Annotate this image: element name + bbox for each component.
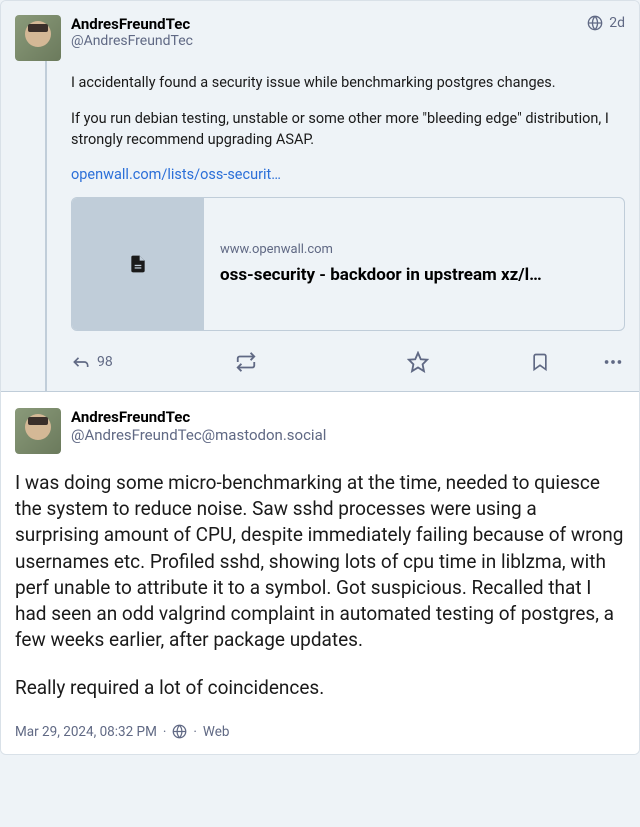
- main-post: AndresFreundTec @AndresFreundTec@mastodo…: [1, 392, 639, 754]
- author-block[interactable]: AndresFreundTec @AndresFreundTec: [71, 15, 587, 49]
- boost-icon: [235, 351, 257, 373]
- post-header: AndresFreundTec @AndresFreundTec@mastodo…: [15, 408, 625, 454]
- display-name: AndresFreundTec: [71, 408, 625, 426]
- bookmark-icon: [530, 352, 550, 372]
- post-header: AndresFreundTec @AndresFreundTec 2d: [15, 15, 625, 61]
- star-icon: [407, 351, 429, 373]
- boost-button[interactable]: [235, 351, 357, 373]
- more-button[interactable]: [601, 351, 625, 373]
- link-card-body: www.openwall.com oss-security - backdoor…: [204, 198, 624, 330]
- paragraph: Really required a lot of coincidences.: [15, 675, 625, 701]
- posts-container: AndresFreundTec @AndresFreundTec 2d I ac…: [0, 0, 640, 755]
- favorite-button[interactable]: [357, 351, 479, 373]
- avatar[interactable]: [15, 408, 61, 454]
- quoted-post: AndresFreundTec @AndresFreundTec 2d I ac…: [1, 1, 639, 392]
- post-footer: Mar 29, 2024, 08:32 PM · · Web: [15, 724, 625, 740]
- handle: @AndresFreundTec: [71, 33, 587, 49]
- reply-icon: [71, 352, 91, 372]
- avatar[interactable]: [15, 15, 61, 61]
- author-block[interactable]: AndresFreundTec @AndresFreundTec@mastodo…: [71, 408, 625, 444]
- paragraph: I was doing some micro-benchmarking at t…: [15, 470, 625, 654]
- reply-button[interactable]: 98: [71, 352, 113, 372]
- separator: ·: [193, 724, 197, 740]
- timestamp[interactable]: Mar 29, 2024, 08:32 PM: [15, 724, 157, 740]
- inline-link[interactable]: openwall.com/lists/oss-securit…: [71, 166, 625, 183]
- handle: @AndresFreundTec@mastodon.social: [71, 426, 625, 444]
- link-card-domain: www.openwall.com: [220, 242, 608, 257]
- display-name: AndresFreundTec: [71, 15, 587, 33]
- more-icon: [602, 351, 624, 373]
- post-meta: 2d: [587, 15, 625, 31]
- post-source: Web: [203, 724, 230, 740]
- post-body: I accidentally found a security issue wh…: [45, 61, 625, 391]
- post-age[interactable]: 2d: [609, 15, 625, 31]
- globe-icon: [587, 15, 603, 31]
- paragraph: If you run debian testing, unstable or s…: [71, 109, 625, 150]
- link-card-thumbnail: [72, 198, 204, 330]
- separator: ·: [163, 724, 167, 740]
- link-card-title: oss-security - backdoor in upstream xz/l…: [220, 265, 608, 285]
- paragraph: I accidentally found a security issue wh…: [71, 73, 625, 93]
- reply-count: 98: [97, 354, 113, 370]
- post-body: I was doing some micro-benchmarking at t…: [15, 470, 625, 702]
- document-icon: [128, 252, 148, 276]
- bookmark-button[interactable]: [479, 352, 601, 372]
- post-text: I accidentally found a security issue wh…: [71, 73, 625, 150]
- globe-icon: [172, 724, 187, 739]
- action-bar: 98: [71, 345, 625, 387]
- link-preview-card[interactable]: www.openwall.com oss-security - backdoor…: [71, 197, 625, 331]
